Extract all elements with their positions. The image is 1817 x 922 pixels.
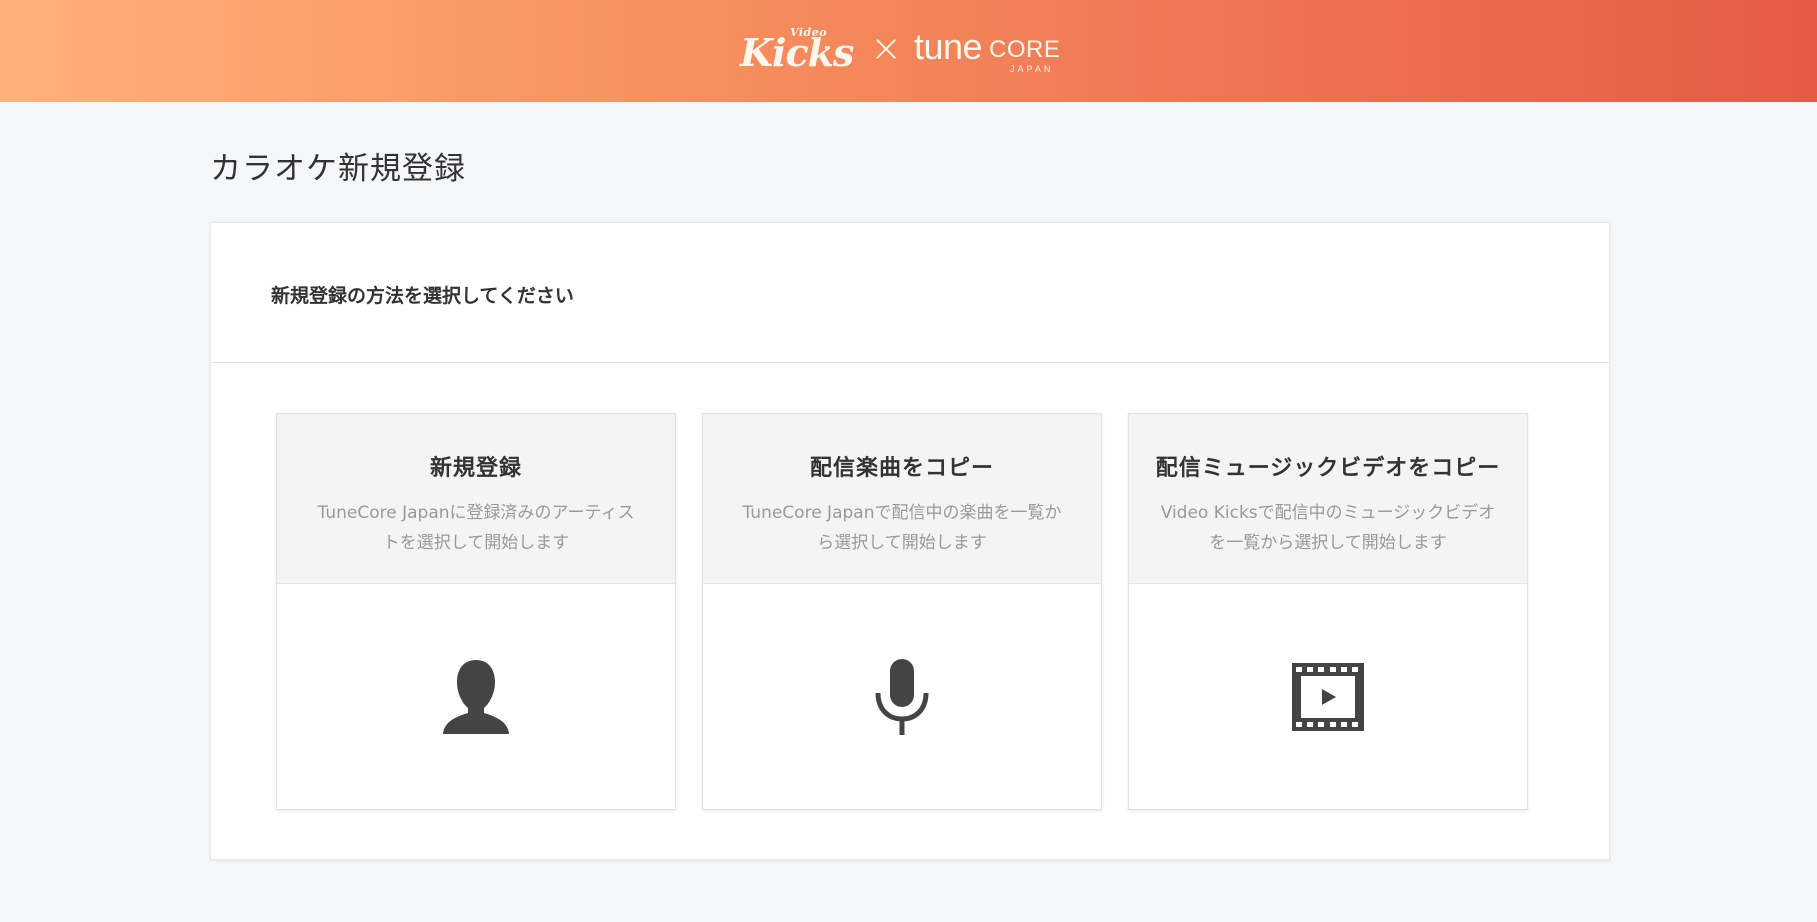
panel-header: 新規登録の方法を選択してください (211, 223, 1609, 363)
option-card-new-registration[interactable]: 新規登録 TuneCore Japanに登録済みのアーティス トを選択して開始し… (276, 413, 676, 810)
option-card-icon-area (703, 584, 1101, 810)
option-card-description: Video Kicksで配信中のミュージックビデオ を一覧から選択して開始します (1158, 498, 1498, 558)
tunecore-japan-logo: tune CORE JAPAN (914, 20, 1074, 76)
microphone-icon (875, 659, 929, 735)
panel-lead-text: 新規登録の方法を選択してください (271, 285, 574, 307)
film-play-icon (1292, 663, 1364, 731)
option-card-header: 新規登録 TuneCore Japanに登録済みのアーティス トを選択して開始し… (277, 414, 675, 584)
option-card-copy-music-video[interactable]: 配信ミュージックビデオをコピー Video Kicksで配信中のミュージックビデ… (1128, 413, 1528, 810)
option-card-title: 配信ミュージックビデオをコピー (1155, 456, 1501, 481)
option-card-title: 新規登録 (429, 456, 522, 481)
option-card-description: TuneCore Japanで配信中の楽曲を一覧か ら選択して開始します (732, 498, 1072, 558)
option-card-desc-line: TuneCore Japanで配信中の楽曲を一覧か (742, 503, 1062, 523)
option-card-header: 配信ミュージックビデオをコピー Video Kicksで配信中のミュージックビデ… (1129, 414, 1527, 584)
brand-logo[interactable]: Video Kicks × tune CORE JAPAN (740, 18, 1074, 78)
option-card-desc-line: ら選択して開始します (817, 533, 987, 553)
option-card-icon-area (277, 584, 675, 810)
option-card-desc-line: トを選択して開始します (382, 533, 570, 553)
video-kicks-logo: Video Kicks (740, 20, 860, 76)
option-card-desc-line: TuneCore Japanに登録済みのアーティス (317, 503, 635, 523)
option-card-title: 配信楽曲をコピー (809, 456, 994, 481)
tunecore-logo-japan: JAPAN (1010, 64, 1054, 74)
page-title: カラオケ新規登録 (210, 151, 466, 187)
option-card-copy-track[interactable]: 配信楽曲をコピー TuneCore Japanで配信中の楽曲を一覧か ら選択して… (702, 413, 1102, 810)
option-card-description: TuneCore Japanに登録済みのアーティス トを選択して開始します (306, 498, 646, 558)
option-card-icon-area (1129, 584, 1527, 810)
option-card-desc-line: Video Kicksで配信中のミュージックビデオ (1160, 503, 1496, 523)
tunecore-logo-core: CORE (989, 36, 1061, 63)
tunecore-logo-tune: tune (914, 26, 983, 67)
option-card-header: 配信楽曲をコピー TuneCore Japanで配信中の楽曲を一覧か ら選択して… (703, 414, 1101, 584)
video-kicks-logo-kicks: Kicks (740, 30, 854, 75)
logo-cross: × (870, 26, 902, 70)
top-header-bar: Video Kicks × tune CORE JAPAN (0, 0, 1817, 102)
person-icon (443, 660, 509, 734)
option-card-desc-line: を一覧から選択して開始します (1209, 533, 1447, 553)
registration-panel: 新規登録の方法を選択してください 新規登録 TuneCore Japanに登録済… (210, 222, 1610, 860)
